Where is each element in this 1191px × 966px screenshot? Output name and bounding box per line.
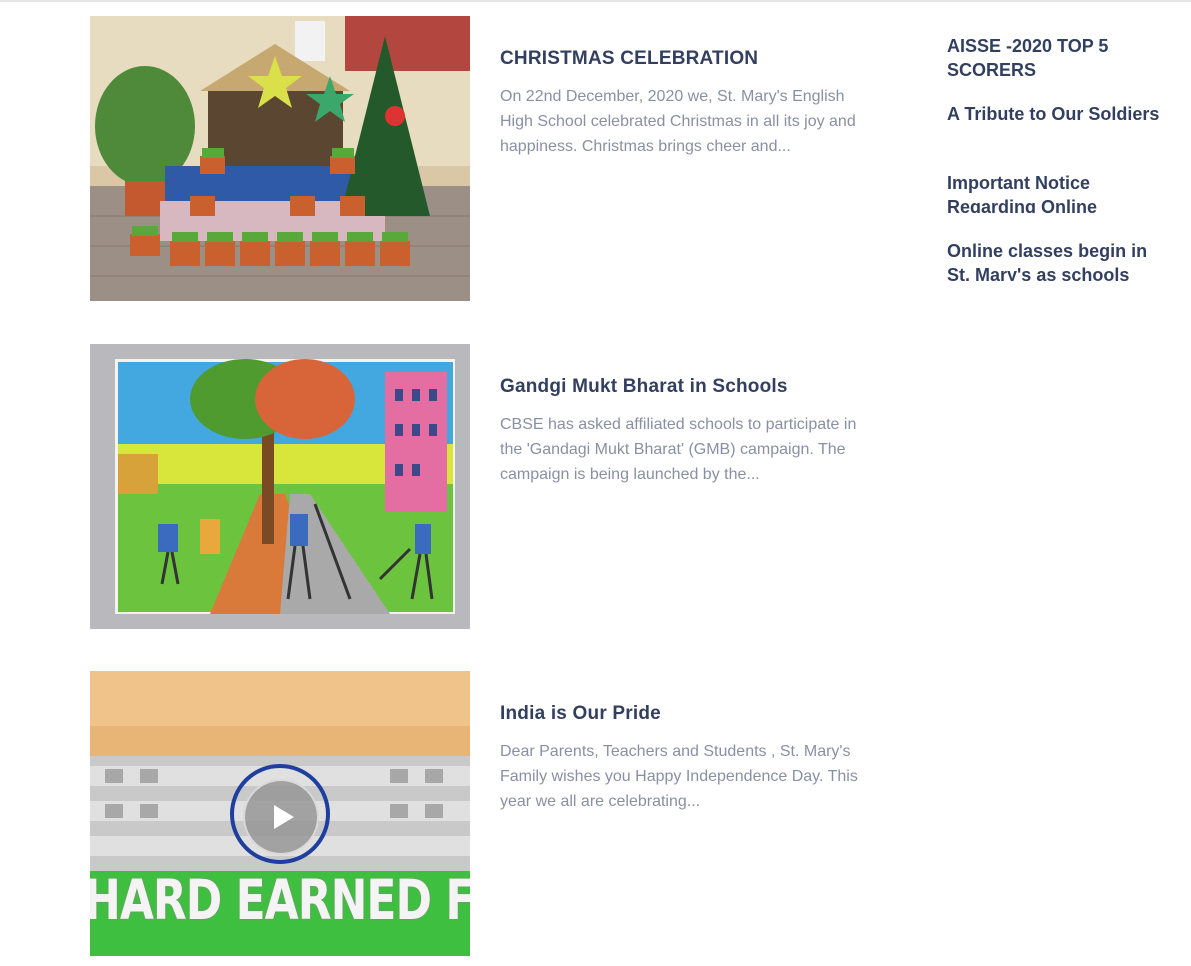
play-button[interactable]: [243, 779, 319, 855]
sidebar-post-link[interactable]: Important Notice Regarding Online Classe…: [947, 171, 1167, 213]
blog-post-card[interactable]: Gandgi Mukt Bharat in Schools CBSE has a…: [90, 344, 870, 629]
top-divider: [0, 0, 1191, 2]
post-title[interactable]: CHRISTMAS CELEBRATION: [500, 48, 870, 70]
post-excerpt: On 22nd December, 2020 we, St. Mary's En…: [500, 88, 856, 155]
post-excerpt: Dear Parents, Teachers and Students , St…: [500, 743, 858, 810]
recent-posts-sidebar: AISSE -2020 TOP 5 SCORERS A Tribute to O…: [947, 34, 1167, 281]
post-video-thumbnail[interactable]: HARD EARNED FREEDOM: [90, 671, 470, 956]
blog-post-card[interactable]: CHRISTMAS CELEBRATION On 22nd December, …: [90, 16, 870, 301]
sidebar-post-link[interactable]: Online classes begin in St. Mary's as sc…: [947, 239, 1167, 281]
play-icon: [274, 805, 294, 829]
sidebar-post-link[interactable]: AISSE -2020 TOP 5 SCORERS: [947, 34, 1167, 82]
post-excerpt: CBSE has asked affiliated schools to par…: [500, 416, 857, 483]
blog-post-card[interactable]: HARD EARNED FREEDOM India is Our Pride D…: [90, 671, 870, 956]
post-title[interactable]: Gandgi Mukt Bharat in Schools: [500, 376, 870, 398]
sidebar-post-link[interactable]: A Tribute to Our Soldiers: [947, 102, 1167, 150]
post-thumbnail-gandgi-mukt[interactable]: [90, 344, 470, 629]
post-thumbnail-christmas[interactable]: [90, 16, 470, 301]
post-title[interactable]: India is Our Pride: [500, 703, 870, 725]
video-caption-text: HARD EARNED FREEDOM: [90, 869, 470, 933]
